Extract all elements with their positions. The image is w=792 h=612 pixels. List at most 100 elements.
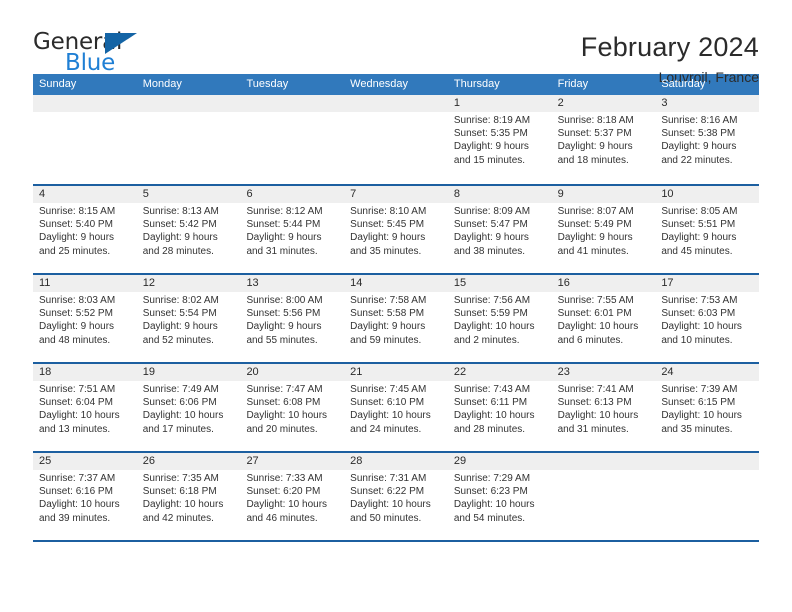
day-detail-2[interactable]: Sunrise: 8:18 AM Sunset: 5:37 PM Daylight:… — [552, 112, 656, 182]
day-number-29[interactable]: 29 — [448, 453, 552, 470]
day-detail-line: Daylight: 9 hours — [661, 141, 737, 153]
day-number-6[interactable]: 6 — [240, 186, 344, 203]
day-detail-18[interactable]: Sunrise: 7:51 AM Sunset: 6:04 PM Daylight:… — [33, 381, 137, 451]
day-detail-line: Sunrise: 7:31 AM — [350, 473, 427, 484]
day-detail-line: and 54 minutes. — [453, 512, 526, 524]
day-number-8[interactable]: 8 — [448, 186, 552, 203]
day-number-25[interactable]: 25 — [33, 453, 137, 470]
day-number-21[interactable]: 21 — [344, 364, 448, 381]
day-number-7[interactable]: 7 — [344, 186, 448, 203]
day-detail-line: Sunrise: 8:13 AM — [142, 206, 219, 217]
day-detail-line: Sunrise: 7:39 AM — [661, 384, 738, 395]
day-detail-line: Sunset: 5:40 PM — [39, 219, 113, 231]
day-number-13[interactable]: 13 — [240, 275, 344, 292]
day-detail-line: and 31 minutes. — [246, 245, 318, 257]
day-detail-16[interactable]: Sunrise: 7:55 AM Sunset: 6:01 PM Daylight:… — [552, 292, 656, 362]
day-detail-line: Sunset: 5:44 PM — [246, 219, 321, 231]
day-number-4[interactable]: 4 — [33, 186, 137, 203]
day-number-18[interactable]: 18 — [33, 364, 137, 381]
day-detail-line: Daylight: 10 hours — [453, 499, 535, 511]
week-detail-band: Sunrise: 8:15 AM Sunset: 5:40 PM Daylight:… — [33, 203, 759, 273]
day-detail-17[interactable]: Sunrise: 7:53 AM Sunset: 6:03 PM Daylight:… — [655, 292, 759, 362]
day-number-26[interactable]: 26 — [137, 453, 241, 470]
day-detail-23[interactable]: Sunrise: 7:41 AM Sunset: 6:13 PM Daylight:… — [552, 381, 656, 451]
day-detail-line: Sunset: 6:23 PM — [453, 486, 528, 498]
day-detail-line: Sunrise: 8:07 AM — [557, 206, 634, 217]
day-detail-line: Daylight: 10 hours — [39, 410, 120, 422]
day-detail-14[interactable]: Sunrise: 7:58 AM Sunset: 5:58 PM Daylight:… — [344, 292, 448, 362]
day-detail-line: Sunset: 6:11 PM — [453, 397, 528, 409]
day-number-5[interactable]: 5 — [137, 186, 241, 203]
day-detail-line: and 20 minutes. — [246, 423, 318, 435]
day-detail-22[interactable]: Sunrise: 7:43 AM Sunset: 6:11 PM Daylight:… — [448, 381, 552, 451]
day-detail-empty — [33, 112, 137, 182]
day-detail-9[interactable]: Sunrise: 8:07 AM Sunset: 5:49 PM Daylight:… — [552, 203, 656, 273]
day-detail-line: Sunset: 5:52 PM — [39, 308, 113, 320]
day-detail-4[interactable]: Sunrise: 8:15 AM Sunset: 5:40 PM Daylight:… — [33, 203, 137, 273]
day-number-2[interactable]: 2 — [552, 95, 656, 112]
week-date-number-band: 123 — [33, 95, 759, 112]
day-number-23[interactable]: 23 — [552, 364, 656, 381]
day-detail-25[interactable]: Sunrise: 7:37 AM Sunset: 6:16 PM Daylight:… — [33, 470, 137, 540]
day-detail-line: Sunset: 6:15 PM — [661, 397, 736, 409]
day-number-17[interactable]: 17 — [655, 275, 759, 292]
day-detail-28[interactable]: Sunrise: 7:31 AM Sunset: 6:22 PM Daylight:… — [344, 470, 448, 540]
day-detail-line: and 41 minutes. — [557, 245, 629, 257]
day-number-10[interactable]: 10 — [655, 186, 759, 203]
day-detail-line: and 50 minutes. — [350, 512, 422, 524]
day-detail-5[interactable]: Sunrise: 8:13 AM Sunset: 5:42 PM Daylight:… — [137, 203, 241, 273]
day-number-22[interactable]: 22 — [448, 364, 552, 381]
day-detail-line: Sunset: 5:58 PM — [350, 308, 425, 320]
day-detail-line: Sunrise: 7:49 AM — [142, 384, 219, 395]
day-number-19[interactable]: 19 — [137, 364, 241, 381]
week-detail-band: Sunrise: 7:51 AM Sunset: 6:04 PM Daylight:… — [33, 381, 759, 451]
day-detail-line: and 38 minutes. — [453, 245, 526, 257]
day-number-15[interactable]: 15 — [448, 275, 552, 292]
day-detail-line: Sunrise: 8:12 AM — [246, 206, 323, 217]
day-detail-line: Sunrise: 8:15 AM — [39, 206, 116, 217]
day-number-11[interactable]: 11 — [33, 275, 137, 292]
day-number-20[interactable]: 20 — [240, 364, 344, 381]
day-detail-line: and 39 minutes. — [39, 512, 111, 524]
day-number-9[interactable]: 9 — [552, 186, 656, 203]
day-detail-27[interactable]: Sunrise: 7:33 AM Sunset: 6:20 PM Daylight:… — [240, 470, 344, 540]
day-detail-line: Daylight: 9 hours — [142, 321, 218, 333]
day-number-3[interactable]: 3 — [655, 95, 759, 112]
general-blue-logo[interactable]: General Blue — [33, 30, 151, 76]
day-detail-line: and 10 minutes. — [661, 334, 733, 346]
day-detail-7[interactable]: Sunrise: 8:10 AM Sunset: 5:45 PM Daylight:… — [344, 203, 448, 273]
day-detail-24[interactable]: Sunrise: 7:39 AM Sunset: 6:15 PM Daylight:… — [655, 381, 759, 451]
day-detail-11[interactable]: Sunrise: 8:03 AM Sunset: 5:52 PM Daylight:… — [33, 292, 137, 362]
day-detail-line: Sunrise: 7:53 AM — [661, 295, 738, 306]
day-detail-6[interactable]: Sunrise: 8:12 AM Sunset: 5:44 PM Daylight:… — [240, 203, 344, 273]
day-detail-line: Sunrise: 7:55 AM — [557, 295, 634, 306]
day-detail-15[interactable]: Sunrise: 7:56 AM Sunset: 5:59 PM Daylight:… — [448, 292, 552, 362]
day-detail-line: Sunset: 5:42 PM — [142, 219, 217, 231]
day-number-27[interactable]: 27 — [240, 453, 344, 470]
day-detail-8[interactable]: Sunrise: 8:09 AM Sunset: 5:47 PM Daylight:… — [448, 203, 552, 273]
day-detail-10[interactable]: Sunrise: 8:05 AM Sunset: 5:51 PM Daylight:… — [655, 203, 759, 273]
day-detail-12[interactable]: Sunrise: 8:02 AM Sunset: 5:54 PM Daylight:… — [137, 292, 241, 362]
day-number-12[interactable]: 12 — [137, 275, 241, 292]
day-detail-line: and 45 minutes. — [661, 245, 733, 257]
day-detail-line: Sunset: 5:59 PM — [453, 308, 528, 320]
day-detail-20[interactable]: Sunrise: 7:47 AM Sunset: 6:08 PM Daylight:… — [240, 381, 344, 451]
weekday-header-monday: Monday — [142, 78, 182, 90]
day-detail-19[interactable]: Sunrise: 7:49 AM Sunset: 6:06 PM Daylight:… — [137, 381, 241, 451]
day-detail-line: Sunrise: 7:56 AM — [453, 295, 531, 306]
day-number-14[interactable]: 14 — [344, 275, 448, 292]
day-number-24[interactable]: 24 — [655, 364, 759, 381]
day-number-1[interactable]: 1 — [448, 95, 552, 112]
day-detail-1[interactable]: Sunrise: 8:19 AM Sunset: 5:35 PM Daylight:… — [448, 112, 552, 182]
day-detail-29[interactable]: Sunrise: 7:29 AM Sunset: 6:23 PM Daylight:… — [448, 470, 552, 540]
day-detail-13[interactable]: Sunrise: 8:00 AM Sunset: 5:56 PM Daylight:… — [240, 292, 344, 362]
day-detail-26[interactable]: Sunrise: 7:35 AM Sunset: 6:18 PM Daylight:… — [137, 470, 241, 540]
day-detail-21[interactable]: Sunrise: 7:45 AM Sunset: 6:10 PM Daylight:… — [344, 381, 448, 451]
day-detail-line: Sunrise: 7:47 AM — [246, 384, 323, 395]
day-detail-line: Daylight: 9 hours — [246, 232, 322, 244]
weekday-header-wednesday: Wednesday — [350, 78, 409, 90]
day-number-28[interactable]: 28 — [344, 453, 448, 470]
day-number-16[interactable]: 16 — [552, 275, 656, 292]
day-detail-line: Sunset: 5:49 PM — [557, 219, 632, 231]
day-detail-3[interactable]: Sunrise: 8:16 AM Sunset: 5:38 PM Daylight:… — [655, 112, 759, 182]
